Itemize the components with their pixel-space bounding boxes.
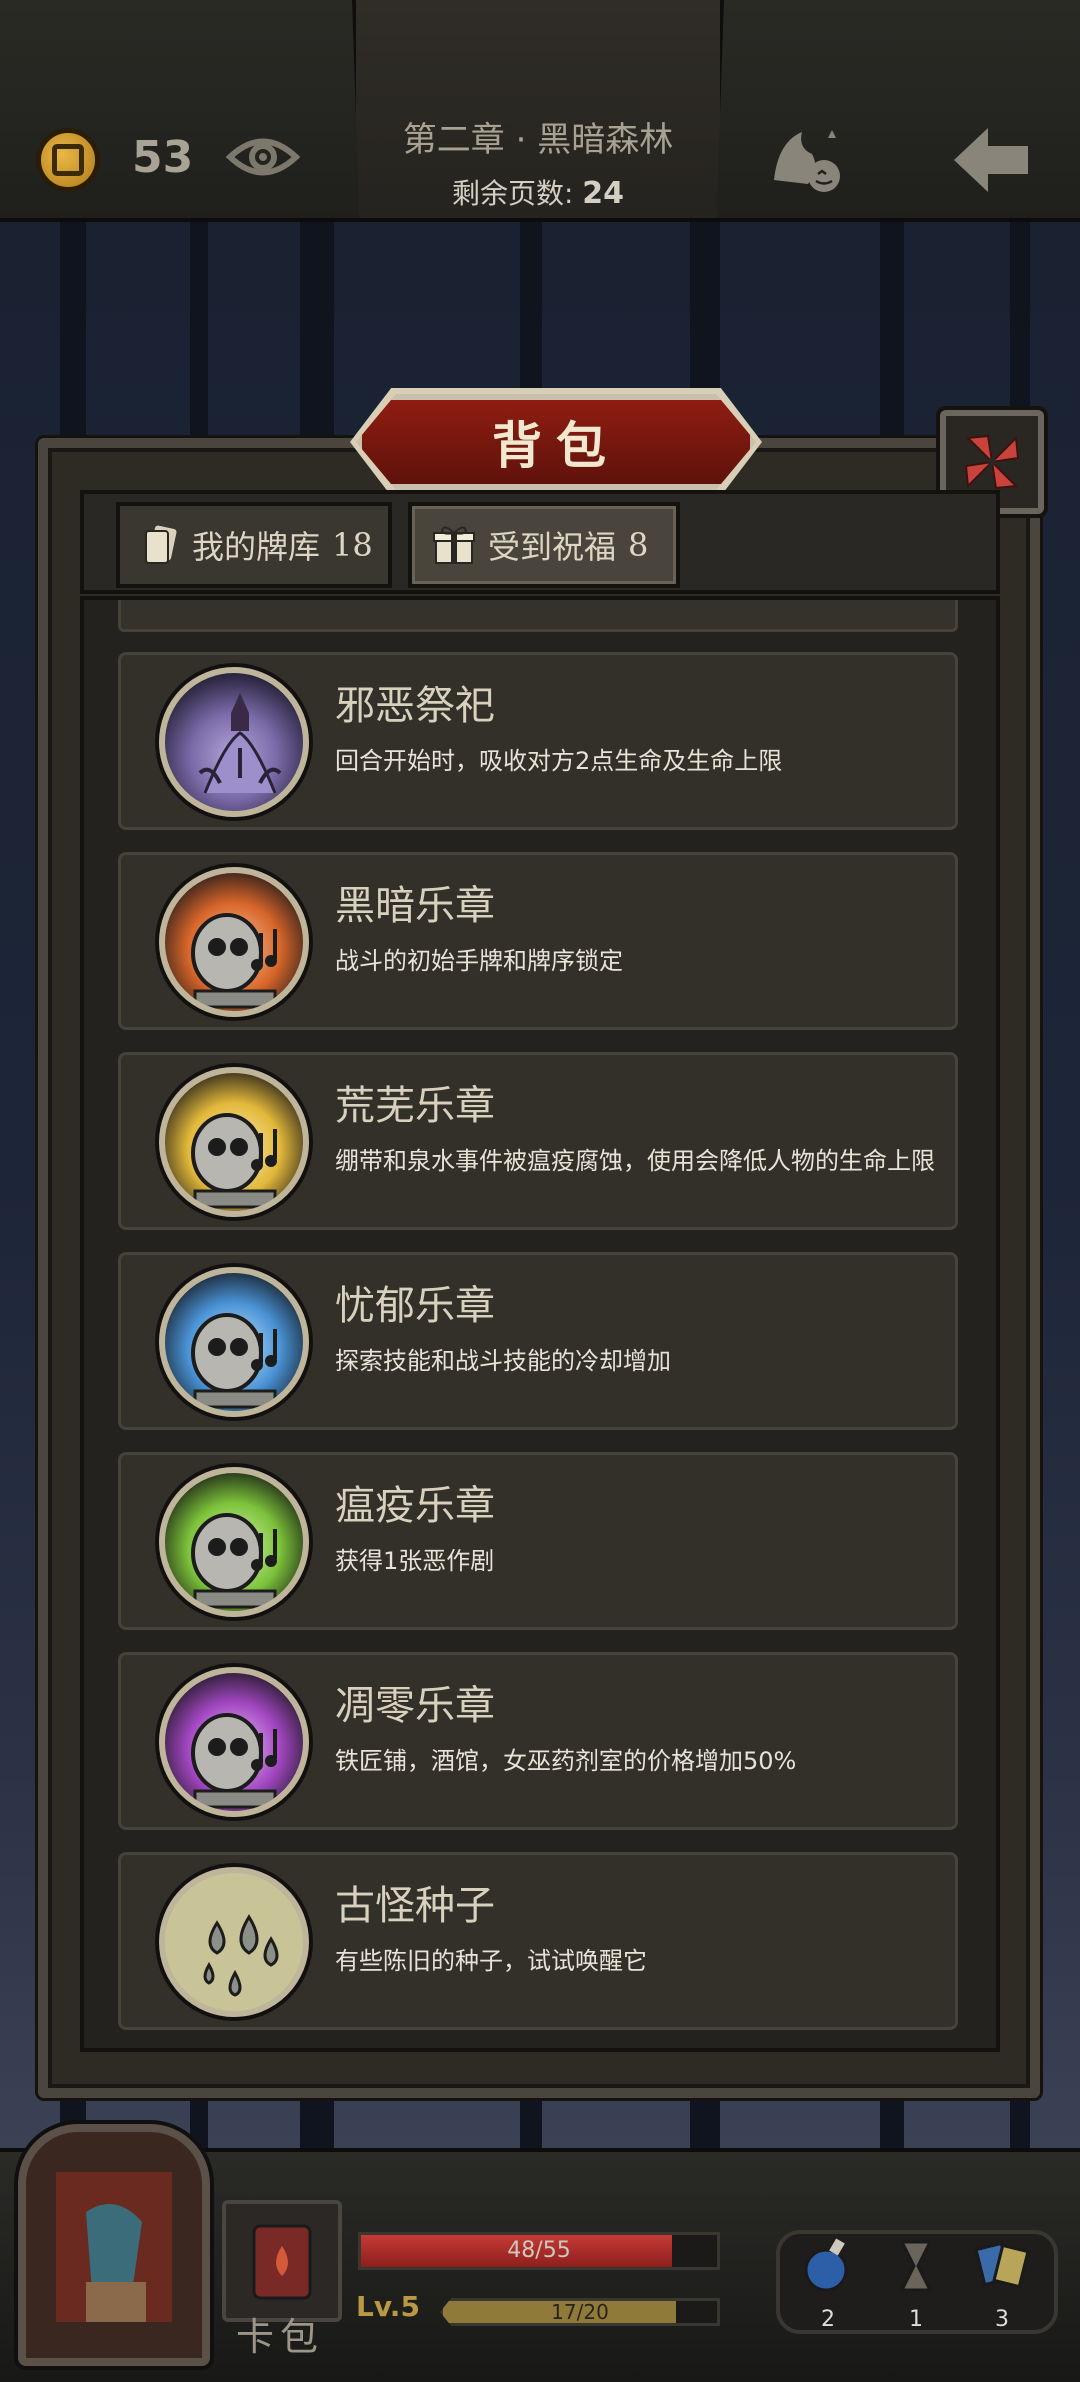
skull-organ-yellow-icon [159,1067,309,1217]
skull-organ-red-icon [159,867,309,1017]
list-item-partial [118,600,958,632]
card-pack-icon [252,2224,312,2300]
item-description: 回合开始时，吸收对方2点生命及生命上限 [335,747,783,775]
hero-portrait[interactable] [18,2124,210,2366]
top-bar: 53 第二章 · 黑暗森林 剩余页数: 24 [0,0,1080,222]
hero-icon [56,2172,172,2322]
tab-my-deck[interactable]: 我的牌库 18 [116,502,392,588]
cards-count: 3 [995,2307,1009,2332]
coin-icon [36,128,100,192]
experience-text: 17/20 [551,2300,609,2324]
hourglass-count: 1 [909,2307,923,2332]
skull-organ-blue-icon [159,1267,309,1417]
item-description: 探索技能和战斗技能的冷却增加 [335,1347,671,1375]
pages-remaining-label: 剩余页数: [451,177,574,210]
pages-remaining-value: 24 [582,176,625,211]
coin-count: 53 [132,132,194,183]
level-label: Lv.5 [356,2290,420,2323]
list-item[interactable]: 古怪种子 有些陈旧的种子，试试唤醒它 [118,1852,958,2030]
item-name: 黑暗乐章 [335,883,495,929]
eye-icon[interactable] [226,130,300,184]
item-name: 瘟疫乐章 [335,1483,495,1529]
potion-icon [804,2238,848,2292]
list-item[interactable]: 忧郁乐章 探索技能和战斗技能的冷却增加 [118,1252,958,1430]
skull-organ-purple-icon [159,1667,309,1817]
item-description: 战斗的初始手牌和牌序锁定 [335,947,623,975]
list-item[interactable]: 邪恶祭祀 回合开始时，吸收对方2点生命及生命上限 [118,652,958,830]
card-pack-label: 卡包 [236,2315,325,2359]
bag-title: 背包 [492,417,620,475]
inventory-slot-cards[interactable]: 3 [972,2236,1032,2332]
item-description: 有些陈旧的种子，试试唤醒它 [335,1947,647,1975]
list-item[interactable]: 凋零乐章 铁匠铺，酒馆，女巫药剂室的价格增加50% [118,1652,958,1830]
chapter-title: 第二章 · 黑暗森林 [402,120,674,160]
back-arrow-icon[interactable] [950,124,1032,196]
item-name: 荒芜乐章 [335,1083,495,1129]
item-name: 邪恶祭祀 [335,683,495,729]
tab-blessings-label: 受到祝福 [488,528,617,566]
item-name: 忧郁乐章 [335,1283,495,1329]
tab-blessings-count: 8 [628,526,649,564]
list-item[interactable]: 瘟疫乐章 获得1张恶作剧 [118,1452,958,1630]
strange-seeds-icon [159,1867,309,2017]
health-bar: 48/55 [358,2232,720,2270]
blessing-list[interactable]: 邪恶祭祀 回合开始时，吸收对方2点生命及生命上限 黑暗乐章 战斗的初始手牌和牌序… [84,600,996,2048]
health-text: 48/55 [507,2238,571,2263]
experience-bar: 17/20 [440,2298,720,2326]
potion-count: 2 [821,2307,835,2332]
list-item[interactable]: 黑暗乐章 战斗的初始手牌和牌序锁定 [118,852,958,1030]
cultist-tentacle-icon [159,667,309,817]
close-pinwheel-icon [964,434,1020,490]
ghost-pumpkin-icon[interactable] [768,124,846,196]
skull-organ-green-icon [159,1467,309,1617]
tab-my-deck-count: 18 [332,526,373,564]
inventory-slot-hourglass[interactable]: 1 [886,2236,946,2332]
card-icon [145,525,177,564]
gift-icon [433,526,475,564]
tab-blessings[interactable]: 受到祝福 8 [408,502,680,588]
pages-remaining: 剩余页数: 24 [352,172,724,212]
item-description: 铁匠铺，酒馆，女巫药剂室的价格增加50% [335,1747,797,1775]
card-pack-button[interactable] [222,2200,342,2322]
cards-icon [974,2241,1030,2289]
item-name: 古怪种子 [335,1883,495,1929]
inventory-slot-potion[interactable]: 2 [798,2236,858,2332]
tab-my-deck-label: 我的牌库 [192,528,321,566]
title-banner: 背包 [356,394,756,490]
item-description: 获得1张恶作剧 [335,1547,495,1575]
list-item[interactable]: 荒芜乐章 绷带和泉水事件被瘟疫腐蚀，使用会降低人物的生命上限 [118,1052,958,1230]
item-name: 凋零乐章 [335,1683,495,1729]
hourglass-icon [899,2240,933,2292]
item-description: 绷带和泉水事件被瘟疫腐蚀，使用会降低人物的生命上限 [335,1147,935,1175]
